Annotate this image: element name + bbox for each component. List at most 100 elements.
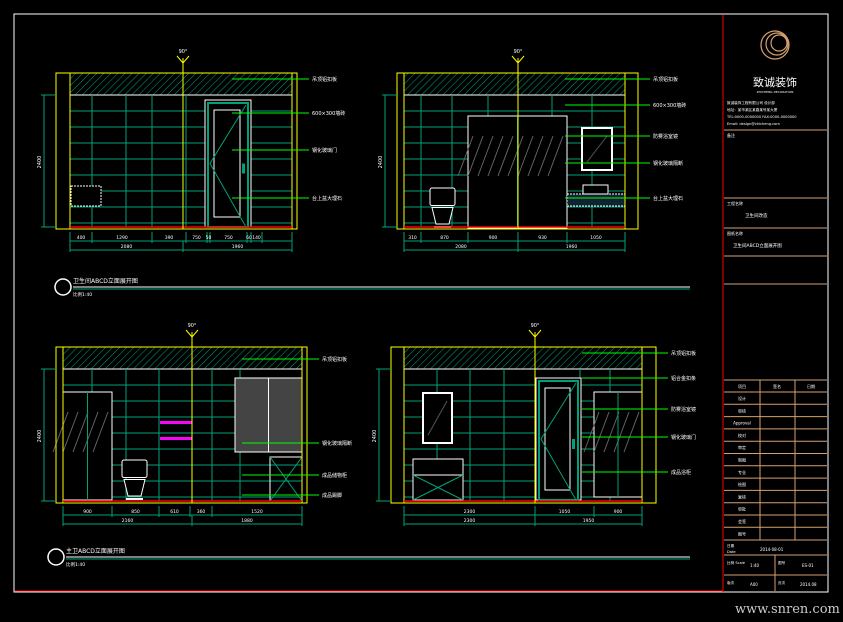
sheet-label: 版次 [727,580,735,585]
ceiling-hatch [404,347,642,369]
dimension-label: 850 [131,509,140,515]
table-row-label: 绘图 [738,481,746,487]
dimension-label: 390 [165,235,174,241]
table-row-label: 专业 [738,469,746,475]
date-label-en: Date [727,550,736,554]
vanity-cabinet [412,458,464,501]
dimension-label: 930 [538,235,547,241]
dimension-label: 1050 [590,235,602,241]
dimension-label: 900 [614,509,623,515]
dimension-label: 900 [83,509,92,515]
drawing-title: 主卫ABCD立面展开图 [66,547,125,555]
callout-label: 吊顶铝扣板 [671,350,696,357]
page-label: 页次 [778,580,786,585]
notes-label: 备注 [727,132,735,138]
height-dimension-label: 2400 [372,430,378,443]
callout-label: 防雾浴室镜 [653,133,678,140]
dimension-label: 60 [246,235,252,241]
towel-shelf [160,421,192,424]
dimension-total-label: 2080 [455,244,467,250]
dimension-label: 750 [192,235,201,241]
callout-label: 钢化玻璃门 [671,434,696,441]
date-label: 日期 [727,543,735,548]
drawing-scale: 比例1:40 [73,291,92,298]
dimension-label: 750 [224,235,233,241]
toilet-bowl [123,479,146,497]
scale-label: 比例 Scale [727,560,746,565]
callout-label: 600×300墙砖 [312,110,345,117]
company-info-line: 地址：某市某区某路某号某大厦 [727,107,778,112]
table-row-label: 审核 [738,407,746,413]
dimension-label: 50 [206,235,212,241]
project-name: 卫生间改造 [745,212,768,219]
view-angle-label: 90° [179,49,188,55]
view-angle-label: 90° [514,49,523,55]
table-header: 签名 [773,383,781,389]
dimension-total-label: 1960 [232,244,244,250]
dimension-label: 610 [170,509,179,515]
table-header: 项目 [738,383,746,389]
toilet-tank [429,187,456,207]
callout-label: 成品踢脚 [322,492,342,499]
drawing-number-label: 图号 [778,560,786,565]
toilet-tank [121,459,148,479]
company-name-en: ZHICHENG DECORATION [757,90,794,94]
table-header: 日期 [807,383,815,389]
door-handle [242,163,245,174]
drawing-title: 卫生间ABCD立面展开图 [73,277,138,285]
callout-label: 钢化玻璃隔断 [322,440,352,447]
basin-counter [70,185,102,207]
sheet-value: A00 [750,582,758,587]
callout-label: 台上盆大理石 [653,195,683,202]
dimension-label: 140 [252,235,261,241]
table-row-label: 复核 [738,493,746,499]
callout-label: 吊顶铝扣板 [653,76,678,83]
company-info-line: TEL:0000-0000000 FAX:0000-0000000 [726,115,797,119]
dimension-total-label: 2080 [121,244,133,250]
marble-counter [566,193,626,207]
callout-label: 成品浴柜 [671,469,691,476]
dimension-label: 1290 [116,235,128,241]
dimension-total-label: 2300 [464,518,476,524]
table-row-label: 审定 [738,444,746,450]
table-row-label: 校对 [738,432,746,438]
dimension-label: 310 [408,235,417,241]
door-handle [572,439,575,449]
ceiling-hatch [404,73,625,95]
callout-label: 钢化玻璃隔断 [653,160,683,167]
cad-drawing-canvas: 90° 2400 400 1290 390 750 50 750 60 140 2080 1960 吊顶… [0,0,843,622]
page-value: 2014.08 [800,582,817,587]
table-row-label: Approval [733,421,751,426]
scale-value: 1:40 [750,563,759,568]
dimension-label: 360 [197,509,206,515]
date-value: 2014-08-01 [760,547,784,552]
callout-label: 吊顶铝扣板 [312,76,337,83]
callout-label: 成品储物柜 [322,472,347,479]
company-info-line: 致诚装饰工程有限公司 设计部 [727,100,775,105]
watermark: www.snren.com [735,602,840,617]
callout-label: 台上盆大理石 [312,195,342,202]
company-name: 致诚装饰 [753,75,797,89]
table-row-label: 审批 [738,506,746,512]
height-dimension-label: 2400 [37,430,43,443]
drawing-name-label: 图纸名称 [727,230,743,236]
height-dimension-label: 2400 [37,156,43,169]
height-dimension-label: 2400 [378,156,384,169]
wash-basin [582,184,609,195]
view-angle-label: 90° [188,323,197,329]
callout-label: 吊顶铝扣板 [322,356,347,363]
view-angle-label: 90° [531,323,540,329]
project-label: 工程名称 [727,200,743,206]
callout-label: 防雾浴室镜 [671,406,696,413]
callout-label: 钢化玻璃门 [312,147,337,154]
dimension-label: 1050 [559,509,571,515]
towel-shelf [160,437,192,440]
dimension-label: 400 [77,235,86,241]
drawing-scale: 比例1:40 [66,561,85,568]
dimension-total-label: 1950 [583,518,595,524]
dimension-total-label: 1960 [566,244,578,250]
callout-label: 铝合金扣条 [671,375,696,382]
dimension-label: 870 [440,235,449,241]
drawing-number-value: ES-01 [802,563,814,568]
table-row-label: 会签 [738,518,746,524]
